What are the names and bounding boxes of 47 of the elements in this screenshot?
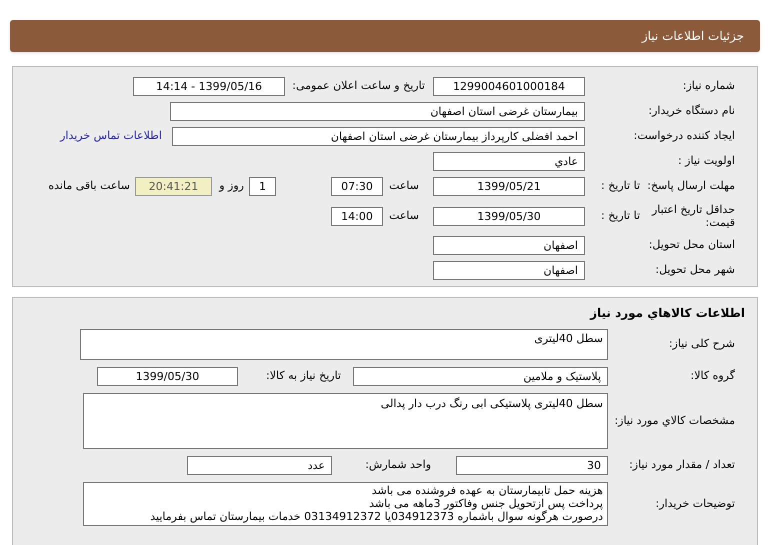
field-label: شهر محل تحویل: (654, 262, 735, 278)
value-field: 1399/05/16 - 14:14 (133, 77, 285, 96)
value-field: 07:30 (331, 177, 383, 196)
field-label: ساعت (388, 208, 420, 224)
value-field: 1 (249, 177, 276, 196)
field-label: ساعت (388, 178, 420, 194)
value-field: 14:00 (331, 206, 383, 226)
remaining-time-field: 20:41:21 (135, 177, 212, 196)
field-label: شرح کلی نیاز: (668, 336, 735, 352)
field-label: نام دستگاه خریدار: (647, 103, 735, 120)
field-label: تا تاریخ : (600, 178, 640, 194)
field-label: واحد شمارش: (364, 457, 432, 474)
value-field: 1299004601000184 (433, 77, 585, 96)
note-line: هزینه حمل تابیمارستان به عهده فروشنده می باشد (370, 484, 603, 497)
note-line: درصورت هرگونه سوال باشماره 034912373یا 03134912372 خدمات بیمارستان تماس بفرمایید (149, 510, 603, 523)
value-field: 1399/05/30 (97, 367, 238, 386)
field-label: گروه کالا: (690, 368, 735, 384)
field-label: شماره نیاز: (682, 78, 735, 94)
value-field: پلاستیک و ملامین (353, 367, 608, 386)
field-label: اولویت نیاز : (676, 153, 735, 170)
field-label: ساعت باقی مانده (47, 178, 131, 194)
field-label: تا تاریخ : (600, 208, 640, 224)
field-label: تعداد / مقدار مورد نیاز: (628, 457, 735, 474)
value-field: 1399/05/30 (433, 206, 585, 226)
value-field: بیمارستان غرضی استان اصفهان (170, 102, 585, 121)
field-label: مهلت ارسال پاسخ: (646, 178, 735, 194)
field-label: مشخصات کالاي مورد نیاز: (613, 412, 735, 429)
summary-field: سطل 40لیتری (80, 329, 608, 360)
spec-field: سطل 40لیتری پلاستیکی ابی رنگ درب دار پدالی (83, 393, 608, 449)
value-field: اصفهان (433, 236, 585, 255)
value-field: 30 (456, 456, 608, 475)
value-field: عدد (187, 456, 332, 475)
field-label: تاریخ و ساعت اعلان عمومی: (291, 78, 426, 94)
field-label: استان محل تحویل: (648, 237, 735, 254)
value-field: 1399/05/21 (433, 177, 585, 196)
value-field: عادي (433, 152, 585, 171)
field-label: ایجاد کننده درخواست: (632, 128, 735, 144)
field-label: تاریخ نیاز به کالا: (265, 368, 342, 384)
section-title: اطلاعات کالاهاي مورد نیاز (588, 305, 745, 322)
value-field: اصفهان (433, 261, 585, 280)
field-label: توضیحات خریدار: (654, 496, 735, 512)
note-line: پرداخت پس ازتحویل جنس وفاکتور 3ماهه می باشد (368, 497, 603, 510)
page-title: جزئیات اطلاعات نیاز (642, 28, 744, 45)
field-label: حداقل تاریخ اعتبار قیمت: (650, 203, 735, 229)
value-field: احمد افضلی کارپرداز بیمارستان غرضی استان اصفهان (172, 127, 585, 146)
field-label: روز و (218, 178, 245, 194)
contact-link[interactable]: اطلاعات تماس خریدار (60, 128, 162, 145)
